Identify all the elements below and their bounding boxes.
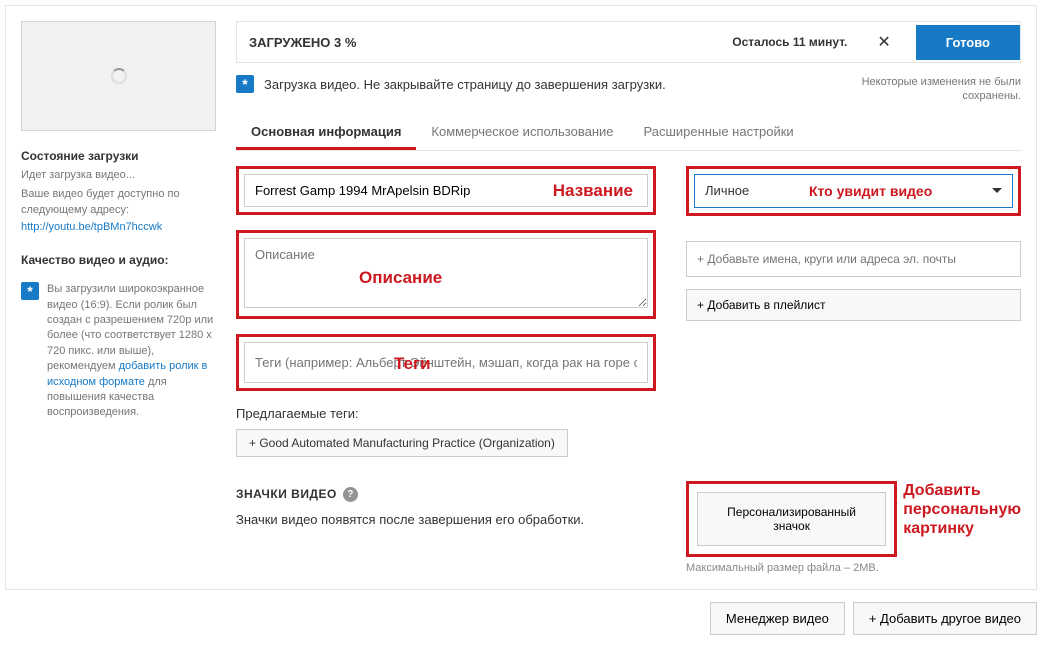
thumbnails-info: Значки видео появятся после завершения е… <box>236 512 656 527</box>
thumbnail-hint: Максимальный размер файла – 2MB. <box>686 562 897 574</box>
spinner-icon <box>111 68 127 84</box>
video-thumbnail-placeholder <box>21 21 216 131</box>
title-input[interactable] <box>244 174 648 207</box>
upload-status-message: Загрузка видео. Не закрывайте страницу д… <box>264 77 666 92</box>
url-intro-2: следующему адресу: <box>21 204 129 216</box>
quality-text-1: Вы загрузили широкоэкранное видео (16:9)… <box>47 283 213 372</box>
chevron-down-icon <box>992 188 1002 193</box>
video-manager-button[interactable]: Менеджер видео <box>710 602 845 635</box>
annotation-privacy: Кто увидит видео <box>809 183 932 199</box>
suggested-tags-label: Предлагаемые теги: <box>236 406 656 421</box>
close-icon[interactable]: ✕ <box>862 22 905 62</box>
add-playlist-button[interactable]: + Добавить в плейлист <box>686 289 1021 321</box>
progress-label: ЗАГРУЖЕНО 3 % <box>237 25 368 60</box>
privacy-select[interactable]: Личное Кто увидит видео <box>694 174 1013 208</box>
suggested-tag-chip[interactable]: + Good Automated Manufacturing Practice … <box>236 429 568 457</box>
help-icon[interactable]: ? <box>343 487 358 502</box>
changes-line-1: Некоторые изменения не были <box>862 76 1021 88</box>
video-url-link[interactable]: http://youtu.be/tpBMn7hccwk <box>21 221 162 233</box>
upload-progress-bar: ЗАГРУЖЕНО 3 % Осталось 11 минут. ✕ Готов… <box>236 21 1021 63</box>
done-button[interactable]: Готово <box>916 25 1020 60</box>
upload-status-title: Состояние загрузки <box>21 149 216 163</box>
changes-line-2: сохранены. <box>962 90 1021 102</box>
annotation-custom-thumb: Добавить персональную картинку <box>903 481 1021 539</box>
url-intro-1: Ваше видео будет доступно по <box>21 188 180 200</box>
info-badge-icon: * <box>21 282 39 300</box>
tags-input[interactable] <box>244 342 648 383</box>
share-with-input[interactable] <box>686 241 1021 277</box>
quality-title: Качество видео и аудио: <box>21 253 216 267</box>
tab-commercial[interactable]: Коммерческое использование <box>416 116 628 150</box>
info-badge-icon: * <box>236 75 254 93</box>
tab-advanced[interactable]: Расширенные настройки <box>629 116 809 150</box>
upload-status-text: Идет загрузка видео... <box>21 168 216 183</box>
custom-thumbnail-button[interactable]: Персонализированный значок <box>697 492 886 546</box>
description-input[interactable] <box>244 238 648 308</box>
privacy-value: Личное <box>705 183 749 198</box>
add-another-video-button[interactable]: + Добавить другое видео <box>853 602 1037 635</box>
thumbnails-header: ЗНАЧКИ ВИДЕО <box>236 487 337 501</box>
tab-basic-info[interactable]: Основная информация <box>236 116 416 150</box>
time-remaining: Осталось 11 минут. <box>732 35 847 49</box>
